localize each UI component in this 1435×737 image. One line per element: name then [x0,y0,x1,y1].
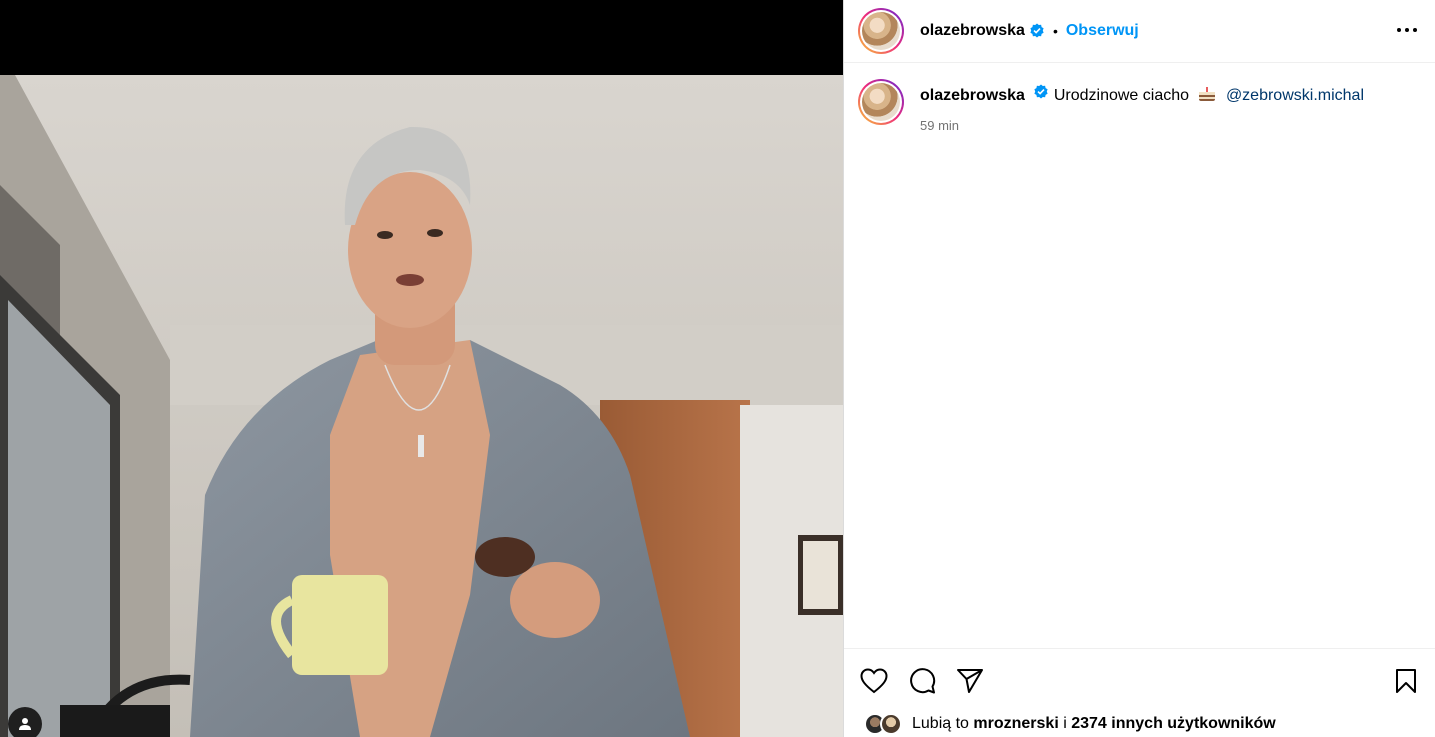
post-media [0,0,843,737]
more-options-icon [1397,28,1417,32]
share-icon [957,669,983,693]
like-button[interactable] [854,664,894,698]
mention-link[interactable]: @zebrowski.michal [1226,87,1364,104]
user-tag-icon [19,718,31,730]
likes-user-link[interactable]: mroznerski [973,715,1058,733]
cake-emoji [1197,85,1217,110]
post-photo[interactable] [0,75,843,737]
heart-icon [860,668,888,694]
comment-icon [910,668,936,694]
actions-divider [844,648,1435,649]
user-tag-button[interactable] [8,707,42,737]
likes-conjunction: i [1063,715,1067,732]
post-timestamp[interactable]: 59 min [920,118,1364,133]
likes-others-link[interactable]: 2374 innych użytkowników [1071,715,1276,733]
author-avatar[interactable] [858,8,904,54]
follow-button[interactable]: Obserwuj [1066,22,1139,40]
likes-summary: Lubią to mroznerski i 2374 innych użytko… [864,713,1276,735]
verified-icon [1033,84,1049,100]
liker-avatars[interactable] [864,713,908,735]
header-separator: • [1052,23,1058,39]
post-side-panel: olazebrowska • Obserwuj olazebrowska Uro… [843,0,1435,737]
bookmark-icon [1396,669,1416,693]
caption: olazebrowska Urodzinowe ciacho @zebrowsk… [844,63,1435,133]
comment-button[interactable] [902,664,942,698]
caption-text: Urodzinowe ciacho [1053,87,1190,104]
caption-author-avatar[interactable] [858,79,904,125]
share-button[interactable] [950,664,990,698]
verified-icon [1029,23,1045,39]
save-button[interactable] [1386,664,1426,698]
post-actions [844,664,1435,698]
author-username[interactable]: olazebrowska [920,22,1025,40]
likes-prefix: Lubią to [912,715,969,732]
post-header: olazebrowska • Obserwuj [844,0,1435,63]
more-options-button[interactable] [1395,18,1419,42]
post-photo-illustration [0,75,843,737]
liker-avatar [880,713,902,735]
caption-author-username[interactable]: olazebrowska [920,87,1025,104]
